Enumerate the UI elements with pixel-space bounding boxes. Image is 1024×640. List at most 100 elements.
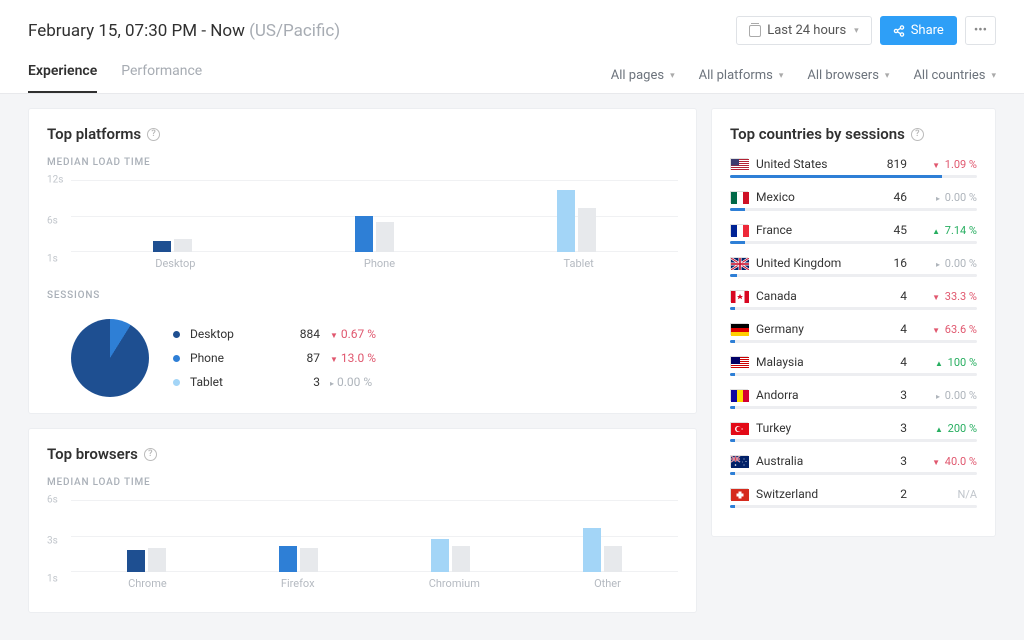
legend-name: Desktop <box>190 327 260 341</box>
country-name: Mexico <box>756 190 867 204</box>
country-delta: ▸ 0.00 % <box>915 191 977 204</box>
calendar-icon <box>749 25 761 37</box>
legend-row: Desktop 884 ▼ 0.67 % <box>173 327 678 341</box>
country-row[interactable]: Germany 4 ▼ 63.6 % <box>730 322 977 336</box>
date-range-title: February 15, 07:30 PM - Now (US/Pacific) <box>28 21 340 41</box>
progress-bar <box>730 241 977 244</box>
legend-delta: ▸ 0.00 % <box>330 375 372 389</box>
flag-icon <box>730 323 748 335</box>
country-row[interactable]: Turkey 3 ▲ 200 % <box>730 421 977 435</box>
country-row[interactable]: Canada 4 ▼ 33.3 % <box>730 289 977 303</box>
country-name: United States <box>756 157 867 171</box>
progress-bar <box>730 505 977 508</box>
country-row[interactable]: Mexico 46 ▸ 0.00 % <box>730 190 977 204</box>
country-value: 45 <box>875 223 907 237</box>
card-title: Top platforms <box>47 125 141 143</box>
share-icon <box>893 25 905 37</box>
country-row[interactable]: United Kingdom 16 ▸ 0.00 % <box>730 256 977 270</box>
legend-row: Tablet 3 ▸ 0.00 % <box>173 375 678 389</box>
filter-pages[interactable]: All pages▾ <box>611 68 675 83</box>
country-row[interactable]: Malaysia 4 ▲ 100 % <box>730 355 977 369</box>
country-row[interactable]: Switzerland 2 N/A <box>730 487 977 501</box>
country-delta: ▸ 0.00 % <box>915 257 977 270</box>
flag-icon <box>730 191 748 203</box>
card-title: Top countries by sessions <box>730 125 905 143</box>
country-name: United Kingdom <box>756 256 867 270</box>
main-tabs: Experience Performance <box>28 63 202 93</box>
page-header: February 15, 07:30 PM - Now (US/Pacific)… <box>0 0 1024 94</box>
browsers-bar-chart: 6s 3s 1s Chrome Firefox Chromium <box>47 500 678 590</box>
more-menu-button[interactable]: ••• <box>965 16 996 45</box>
country-delta: ▼ 33.3 % <box>915 290 977 303</box>
country-name: Turkey <box>756 421 867 435</box>
chevron-down-icon: ▾ <box>854 26 859 36</box>
country-row[interactable]: Australia 3 ▼ 40.0 % <box>730 454 977 468</box>
date-range: February 15, 07:30 PM - Now <box>28 21 245 41</box>
timezone: (US/Pacific) <box>249 21 340 41</box>
legend-value: 884 <box>270 327 320 341</box>
country-name: Malaysia <box>756 355 867 369</box>
chevron-down-icon: ▾ <box>991 71 996 81</box>
country-value: 2 <box>875 487 907 501</box>
country-value: 4 <box>875 322 907 336</box>
platforms-bar-chart: 12s 6s 1s Desktop Phone Tablet <box>47 180 678 270</box>
card-title: Top browsers <box>47 445 138 463</box>
help-icon[interactable]: ? <box>911 128 924 141</box>
ellipsis-icon: ••• <box>974 23 987 38</box>
legend-value: 87 <box>270 351 320 365</box>
legend-row: Phone 87 ▼ 13.0 % <box>173 351 678 365</box>
country-value: 3 <box>875 454 907 468</box>
legend-name: Phone <box>190 351 260 365</box>
country-row[interactable]: Andorra 3 ▸ 0.00 % <box>730 388 977 402</box>
flag-icon <box>730 356 748 368</box>
country-value: 16 <box>875 256 907 270</box>
flag-icon <box>730 257 748 269</box>
chevron-down-icon: ▾ <box>885 71 890 81</box>
legend-dot-icon <box>173 331 180 338</box>
chevron-down-icon: ▾ <box>670 71 675 81</box>
country-name: Switzerland <box>756 487 867 501</box>
country-row[interactable]: United States 819 ▼ 1.09 % <box>730 157 977 171</box>
country-value: 3 <box>875 388 907 402</box>
country-name: Australia <box>756 454 867 468</box>
help-icon[interactable]: ? <box>144 448 157 461</box>
filter-platforms[interactable]: All platforms▾ <box>699 68 784 83</box>
flag-icon <box>730 290 748 302</box>
top-browsers-card: Top browsers ? MEDIAN LOAD TIME 6s 3s 1s <box>28 428 697 613</box>
sessions-pie-chart <box>71 319 149 397</box>
flag-icon <box>730 488 748 500</box>
country-delta: ▲ 7.14 % <box>915 224 977 237</box>
country-value: 4 <box>875 289 907 303</box>
country-value: 4 <box>875 355 907 369</box>
country-delta: ▼ 1.09 % <box>915 158 977 171</box>
help-icon[interactable]: ? <box>147 128 160 141</box>
progress-bar <box>730 439 977 442</box>
tab-performance[interactable]: Performance <box>121 63 202 93</box>
filter-bar: All pages▾ All platforms▾ All browsers▾ … <box>611 68 996 93</box>
time-range-selector[interactable]: Last 24 hours ▾ <box>736 16 871 45</box>
share-button[interactable]: Share <box>880 16 957 45</box>
progress-bar <box>730 406 977 409</box>
flag-icon <box>730 224 748 236</box>
progress-bar <box>730 472 977 475</box>
legend-delta: ▼ 13.0 % <box>330 351 376 365</box>
country-name: France <box>756 223 867 237</box>
filter-browsers[interactable]: All browsers▾ <box>807 68 889 83</box>
country-delta: ▼ 63.6 % <box>915 323 977 336</box>
country-value: 46 <box>875 190 907 204</box>
share-label: Share <box>911 23 944 38</box>
time-range-label: Last 24 hours <box>767 23 846 38</box>
sessions-label: SESSIONS <box>47 290 678 301</box>
legend-value: 3 <box>270 375 320 389</box>
progress-bar <box>730 175 977 178</box>
flag-icon <box>730 455 748 467</box>
progress-bar <box>730 208 977 211</box>
legend-dot-icon <box>173 379 180 386</box>
tab-experience[interactable]: Experience <box>28 63 97 93</box>
flag-icon <box>730 389 748 401</box>
filter-countries[interactable]: All countries▾ <box>913 68 996 83</box>
progress-bar <box>730 307 977 310</box>
country-name: Andorra <box>756 388 867 402</box>
country-row[interactable]: France 45 ▲ 7.14 % <box>730 223 977 237</box>
country-name: Germany <box>756 322 867 336</box>
